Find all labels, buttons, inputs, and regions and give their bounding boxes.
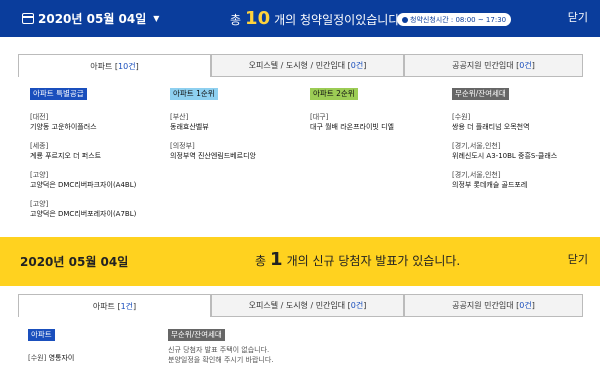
calendar-icon xyxy=(22,13,34,24)
item-name[interactable]: 동래효산벨뷰 xyxy=(170,122,300,132)
summary-prefix: 총 xyxy=(255,254,267,268)
tab-label: 오피스텔 / 도시형 / 민간임대 [ xyxy=(248,61,351,70)
announcement-date: 2020년 05월 04일 xyxy=(20,255,129,269)
item-region: [고양] xyxy=(30,171,49,179)
item-region: [세종] xyxy=(30,142,49,150)
list-item[interactable]: [수원] 쌍용 더 플래티넘 오목천역 xyxy=(452,112,597,132)
tab-suffix: ] xyxy=(531,61,535,70)
list-item[interactable]: [수원] 영통자이 xyxy=(28,353,148,363)
column-apartment-winners: 아파트 [수원] 영통자이 xyxy=(28,329,148,372)
summary-suffix: 개의 청약일정이있습니다. xyxy=(274,13,404,27)
tab-count: 1건 xyxy=(120,301,134,311)
item-name[interactable]: 의정부 롯데캐슬 골드포레 xyxy=(452,180,597,190)
column-unranked-winners: 무순위/잔여세대 신규 당첨자 발표 주택이 없습니다. 분양일정을 확인해 주… xyxy=(168,329,338,365)
list-item[interactable]: [대구] 대구 월배 라온프라이빗 디엘 xyxy=(310,112,440,132)
tab-label: 오피스텔 / 도시형 / 민간임대 [ xyxy=(248,301,351,310)
tab-officetel[interactable]: 오피스텔 / 도시형 / 민간임대 [0건] xyxy=(211,295,404,317)
item-name[interactable]: 의정부역 진산엔림드베르디앙 xyxy=(170,151,300,161)
close-button[interactable]: 닫기 xyxy=(568,9,588,25)
tab-apartment[interactable]: 아파트 [1건] xyxy=(18,295,211,317)
category-tag: 무순위/잔여세대 xyxy=(452,88,509,100)
category-tag: 아파트 1순위 xyxy=(170,88,218,100)
item-region: [대구] xyxy=(310,113,329,121)
tab-count: 10건 xyxy=(118,61,136,71)
list-item[interactable]: [대전] 기양동 고운하이플러스 xyxy=(30,112,160,132)
item-region: [의정부] xyxy=(170,142,195,150)
list-item[interactable]: [의정부] 의정부역 진산엔림드베르디앙 xyxy=(170,141,300,161)
empty-notice: 신규 당첨자 발표 주택이 없습니다. xyxy=(168,346,270,354)
list-item[interactable]: [세종] 계룡 푸르지오 더 퍼스트 xyxy=(30,141,160,161)
summary-count: 10 xyxy=(245,8,271,29)
column-special-supply: 아파트 특별공급 [대전] 기양동 고운하이플러스 [세종] 계룡 푸르지오 더 퍼… xyxy=(30,88,160,228)
tab-officetel[interactable]: 오피스텔 / 도시형 / 민간임대 [0건] xyxy=(211,55,404,77)
tab-suffix: ] xyxy=(135,61,139,71)
tab-suffix: ] xyxy=(363,61,367,70)
schedule-summary: 총 10 개의 청약일정이있습니다. xyxy=(230,8,403,29)
empty-notice-hint: 분양일정을 확인해 주시기 바랍니다. xyxy=(168,356,274,364)
summary-suffix: 개의 신규 당첨자 발표가 있습니다. xyxy=(286,254,461,268)
clock-icon xyxy=(402,16,408,23)
list-item[interactable]: [고양] 고양덕은 DMC리버포레자이(A7BL) xyxy=(30,199,160,219)
tab-suffix: ] xyxy=(133,301,137,311)
date-selector[interactable]: 2020년 05월 04일 ▼ xyxy=(22,10,159,27)
caret-down-icon: ▼ xyxy=(153,14,160,23)
announcement-tabs: 아파트 [1건] 오피스텔 / 도시형 / 민간임대 [0건] 공공지원 민간임… xyxy=(18,294,583,317)
tab-count: 0건 xyxy=(350,301,364,310)
tab-apartment[interactable]: 아파트 [10건] xyxy=(18,55,211,77)
application-time-badge: 청약신청시간 : 08:00 ~ 17:30 xyxy=(397,13,512,26)
tab-suffix: ] xyxy=(363,301,367,310)
close-button[interactable]: 닫기 xyxy=(568,251,588,267)
tab-label: 공공지원 민간임대 [ xyxy=(452,61,520,70)
category-tag: 아파트 특별공급 xyxy=(30,88,87,100)
list-item[interactable]: [경기,서울,인천] 의정부 롯데캐슬 골드포레 xyxy=(452,170,597,190)
column-first-rank: 아파트 1순위 [부산] 동래효산벨뷰 [의정부] 의정부역 진산엔림드베르디앙 xyxy=(170,88,300,170)
item-name[interactable]: 쌍용 더 플래티넘 오목천역 xyxy=(452,122,597,132)
item-name[interactable]: 고양덕은 DMC리버파크자이(A4BL) xyxy=(30,180,160,190)
tab-count: 0건 xyxy=(519,61,532,70)
item-region: [경기,서울,인천] xyxy=(452,142,501,150)
winner-announcement-bar: 2020년 05월 04일 총 1 개의 신규 당첨자 발표가 있습니다. 닫기 xyxy=(0,237,600,286)
list-item[interactable]: [고양] 고양덕은 DMC리버파크자이(A4BL) xyxy=(30,170,160,190)
tab-count: 0건 xyxy=(350,61,364,70)
item-name[interactable]: 계룡 푸르지오 더 퍼스트 xyxy=(30,151,160,161)
category-tag: 무순위/잔여세대 xyxy=(168,329,225,341)
item-name[interactable]: 영통자이 xyxy=(49,354,75,362)
item-name[interactable]: 고양덕은 DMC리버포레자이(A7BL) xyxy=(30,209,160,219)
item-region: [수원] xyxy=(452,113,471,121)
item-region: [부산] xyxy=(170,113,189,121)
tab-public-rental[interactable]: 공공지원 민간임대 [0건] xyxy=(404,295,583,317)
item-region: [고양] xyxy=(30,200,49,208)
tab-public-rental[interactable]: 공공지원 민간임대 [0건] xyxy=(404,55,583,77)
tab-count: 0건 xyxy=(519,301,532,310)
item-name[interactable]: 대구 월배 라온프라이빗 디엘 xyxy=(310,122,440,132)
list-item[interactable]: [부산] 동래효산벨뷰 xyxy=(170,112,300,132)
item-region: [수원] xyxy=(28,354,47,362)
column-second-rank: 아파트 2순위 [대구] 대구 월배 라온프라이빗 디엘 xyxy=(310,88,440,141)
column-unranked: 무순위/잔여세대 [수원] 쌍용 더 플래티넘 오목천역 [경기,서울,인천] 위례… xyxy=(452,88,597,199)
tab-label: 아파트 [ xyxy=(92,301,121,311)
announcement-summary: 총 1 개의 신규 당첨자 발표가 있습니다. xyxy=(255,249,460,270)
tab-label: 공공지원 민간임대 [ xyxy=(452,301,520,310)
item-region: [대전] xyxy=(30,113,49,121)
schedule-date: 2020년 05월 04일 xyxy=(38,12,147,26)
summary-prefix: 총 xyxy=(230,13,242,27)
item-name[interactable]: 위례신도시 A3-10BL 중흥S-클래스 xyxy=(452,151,597,161)
tab-suffix: ] xyxy=(531,301,535,310)
category-tag: 아파트 xyxy=(28,329,55,341)
item-name[interactable]: 기양동 고운하이플러스 xyxy=(30,122,160,132)
list-item[interactable]: [경기,서울,인천] 위례신도시 A3-10BL 중흥S-클래스 xyxy=(452,141,597,161)
summary-count: 1 xyxy=(270,249,283,270)
item-region: [경기,서울,인천] xyxy=(452,171,501,179)
application-time-text: 청약신청시간 : 08:00 ~ 17:30 xyxy=(410,15,507,24)
category-tag: 아파트 2순위 xyxy=(310,88,358,100)
schedule-header-bar: 2020년 05월 04일 ▼ 총 10 개의 청약일정이있습니다. 청약신청시… xyxy=(0,0,600,37)
schedule-tabs: 아파트 [10건] 오피스텔 / 도시형 / 민간임대 [0건] 공공지원 민간… xyxy=(18,54,583,77)
tab-label: 아파트 [ xyxy=(90,61,119,71)
